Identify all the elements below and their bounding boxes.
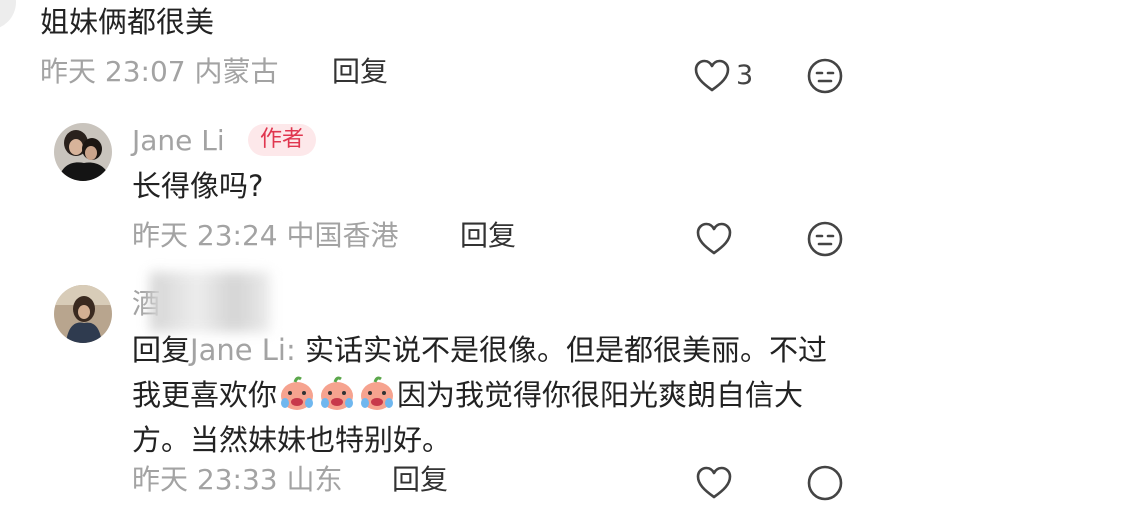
reply-button[interactable]: 回复 xyxy=(460,218,516,254)
laughing-crying-emoji-icon xyxy=(317,373,357,413)
reply-to-name[interactable]: Jane Li: xyxy=(190,333,296,367)
meh-face-icon xyxy=(807,465,843,501)
reply-meta: 昨天 23:24 中国香港 xyxy=(132,219,399,252)
heart-icon xyxy=(696,222,732,255)
dislike-button[interactable] xyxy=(805,219,845,259)
like-button[interactable] xyxy=(694,219,734,259)
author-badge: 作者 xyxy=(248,124,317,156)
laughing-crying-emoji-icon xyxy=(357,373,397,413)
reply-meta: 昨天 23:33 山东 xyxy=(132,463,343,496)
reply-prefix: 回复 xyxy=(132,333,191,367)
like-button[interactable] xyxy=(692,56,732,96)
meh-face-icon xyxy=(807,58,843,94)
avatar-partial xyxy=(0,0,16,30)
heart-icon xyxy=(696,466,732,499)
heart-icon xyxy=(694,59,730,92)
meh-face-icon xyxy=(807,221,843,257)
reply-text: 长得像吗? xyxy=(132,169,264,203)
like-count: 3 xyxy=(736,60,754,91)
dislike-button[interactable] xyxy=(805,56,845,96)
like-button[interactable] xyxy=(694,463,734,503)
laughing-crying-emoji-icon xyxy=(277,373,317,413)
reply-button[interactable]: 回复 xyxy=(392,462,448,498)
comment-meta: 昨天 23:07 内蒙古 xyxy=(40,55,279,88)
comment-text: 姐妹俩都很美 xyxy=(40,5,215,39)
reply-button[interactable]: 回复 xyxy=(332,54,388,90)
dislike-button[interactable] xyxy=(805,463,845,503)
reply-text: 回复Jane Li: 实话实说不是很像。但是都很美丽。不过我更喜欢你 因为我觉得你… xyxy=(132,328,852,463)
author-name[interactable]: Jane Li xyxy=(132,123,225,159)
avatar[interactable] xyxy=(54,285,112,343)
redacted-name xyxy=(150,272,270,332)
avatar[interactable] xyxy=(54,123,112,181)
